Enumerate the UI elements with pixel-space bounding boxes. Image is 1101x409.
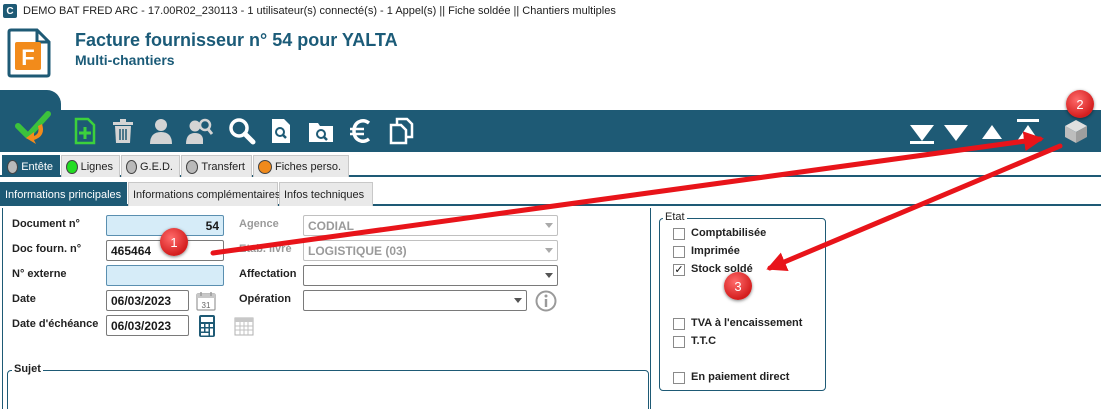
- cube-icon[interactable]: [1061, 116, 1091, 146]
- calculator-icon[interactable]: [197, 314, 217, 338]
- first-icon[interactable]: [1013, 116, 1043, 146]
- invoice-letter: F: [21, 45, 34, 70]
- chevron-down-icon: [514, 298, 522, 303]
- next-icon[interactable]: [941, 116, 971, 146]
- etab-livre-value: LOGISTIQUE (03): [308, 243, 407, 258]
- calendar-grid-icon[interactable]: [234, 316, 254, 336]
- no-externe-label: N° externe: [12, 268, 67, 280]
- tab-lignes[interactable]: Lignes: [61, 155, 120, 177]
- checkbox-stock-solde[interactable]: ✓: [673, 264, 685, 276]
- checkbox-comptabilisee[interactable]: [673, 228, 685, 240]
- date-echeance-label: Date d'échéance: [12, 318, 99, 330]
- operation-label: Opération: [239, 293, 291, 305]
- tab-informations-principales[interactable]: Informations principales: [0, 182, 127, 206]
- chevron-down-icon: [545, 223, 553, 228]
- copy-documents-icon[interactable]: [386, 116, 416, 146]
- etat-group: [659, 218, 826, 391]
- calendar-icon[interactable]: 31: [196, 291, 216, 311]
- doc-fourn-label: Doc fourn. n°: [12, 243, 82, 255]
- tab-ged[interactable]: G.E.D.: [121, 155, 180, 177]
- tab-entete[interactable]: Entête: [2, 155, 60, 177]
- window-title: DEMO BAT FRED ARC - 17.00R02_230113 - 1 …: [23, 5, 616, 17]
- sub-tabs: Informations principales Informations co…: [0, 180, 1101, 206]
- euro-icon[interactable]: [346, 116, 376, 146]
- comptabilisee-label: Comptabilisée: [691, 227, 767, 239]
- annotation-badge-2: 2: [1066, 90, 1094, 118]
- tva-encaissement-label: TVA à l'encaissement: [691, 317, 803, 329]
- invoice-document-icon: F: [7, 28, 51, 78]
- user-icon[interactable]: [146, 116, 176, 146]
- affectation-select[interactable]: [303, 265, 558, 286]
- tab-label: Transfert: [201, 160, 245, 173]
- section-tabs: Entête Lignes G.E.D. Transfert Fiches pe…: [0, 153, 1101, 177]
- tab-fiches-perso[interactable]: Fiches perso.: [253, 155, 349, 177]
- imprimee-label: Imprimée: [691, 245, 740, 257]
- operation-select[interactable]: [303, 290, 527, 311]
- tab-label: Fiches perso.: [275, 160, 342, 173]
- page-title: Facture fournisseur n° 54 pour YALTA: [75, 30, 398, 50]
- annotation-badge-1: 1: [160, 228, 188, 256]
- tab-infos-techniques[interactable]: Infos techniques: [279, 182, 373, 206]
- etat-legend: Etat: [663, 211, 687, 223]
- agence-select[interactable]: CODIAL: [303, 215, 558, 236]
- previous-icon[interactable]: [977, 116, 1007, 146]
- trash-icon[interactable]: [108, 116, 138, 146]
- sujet-field[interactable]: [7, 370, 649, 409]
- date-label: Date: [12, 293, 36, 305]
- etab-livre-label: Etab. livré: [239, 243, 292, 255]
- page-subtitle: Multi-chantiers: [75, 52, 175, 68]
- validate-icon[interactable]: [12, 106, 52, 146]
- checkbox-imprimee[interactable]: [673, 246, 685, 258]
- annotation-badge-3: 3: [724, 272, 752, 300]
- tab-label: Lignes: [80, 160, 113, 173]
- status-dot-icon: [186, 159, 199, 174]
- document-header: F Facture fournisseur n° 54 pour YALTA M…: [0, 22, 1101, 92]
- agence-label: Agence: [239, 218, 279, 230]
- affectation-label: Affectation: [239, 268, 297, 280]
- status-dot-icon: [66, 159, 78, 174]
- checkbox-paiement-direct[interactable]: [673, 372, 685, 384]
- status-dot-icon: [126, 159, 137, 174]
- tab-label: Entête: [21, 160, 53, 173]
- ttc-label: T.T.C: [691, 335, 717, 347]
- tab-label: G.E.D.: [139, 160, 173, 173]
- chevron-down-icon: [545, 273, 553, 278]
- tab-transfert[interactable]: Transfert: [181, 155, 252, 177]
- date-echeance-field[interactable]: 06/03/2023: [106, 315, 189, 336]
- status-dot-icon: [7, 159, 19, 174]
- add-document-icon[interactable]: [70, 116, 100, 146]
- info-icon[interactable]: [535, 290, 557, 312]
- app-icon: C: [3, 4, 17, 18]
- document-no-label: Document n°: [12, 218, 80, 230]
- chevron-down-icon: [545, 248, 553, 253]
- window-title-bar: C DEMO BAT FRED ARC - 17.00R02_230113 - …: [0, 0, 1101, 22]
- user-search-icon[interactable]: [184, 116, 214, 146]
- tab-informations-complementaires[interactable]: Informations complémentaires: [128, 182, 280, 206]
- last-icon[interactable]: [907, 116, 937, 146]
- document-search-icon[interactable]: [266, 116, 296, 146]
- agence-value: CODIAL: [308, 218, 354, 233]
- no-externe-field[interactable]: [106, 265, 224, 286]
- folder-search-icon[interactable]: [306, 116, 336, 146]
- sujet-legend: Sujet: [12, 363, 43, 375]
- etab-livre-select[interactable]: LOGISTIQUE (03): [303, 240, 558, 261]
- status-dot-icon: [258, 159, 272, 174]
- checkbox-ttc[interactable]: [673, 336, 685, 348]
- search-icon[interactable]: [227, 116, 257, 146]
- svg-text:31: 31: [202, 301, 211, 310]
- checkbox-tva-encaissement[interactable]: [673, 318, 685, 330]
- date-field[interactable]: 06/03/2023: [106, 290, 189, 311]
- paiement-direct-label: En paiement direct: [691, 371, 790, 383]
